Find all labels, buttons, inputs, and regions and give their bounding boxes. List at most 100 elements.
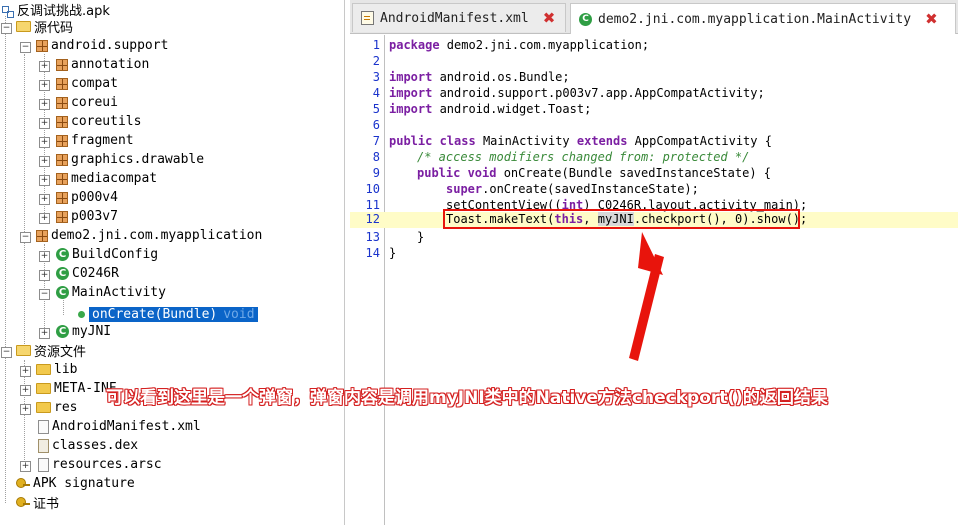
tree-item-class[interactable]: C C0246R: [56, 264, 119, 283]
tree-item-certificate[interactable]: 证书: [16, 493, 59, 512]
package-label: fragment: [71, 133, 134, 148]
tree-item-resources[interactable]: 资源文件: [16, 341, 86, 360]
line-number: 12: [365, 212, 380, 226]
tree-item-apk-signature[interactable]: APK signature: [16, 474, 135, 493]
expand-toggle[interactable]: +: [39, 175, 50, 186]
tree-item-source[interactable]: 源代码: [16, 17, 73, 36]
code-line: 1 package demo2.jni.com.myapplication;: [350, 38, 958, 54]
tree-item-class[interactable]: C BuildConfig: [56, 245, 158, 264]
tree-item-android-support[interactable]: android.support: [36, 36, 168, 55]
code-line: 14}: [350, 246, 958, 262]
expand-toggle[interactable]: +: [39, 270, 50, 281]
class-label: BuildConfig: [72, 247, 159, 262]
class-icon: C: [56, 325, 69, 338]
code-line: 10 super.onCreate(savedInstanceState);: [350, 182, 958, 198]
code-area[interactable]: 1 package demo2.jni.com.myapplication; 2 …: [350, 0, 958, 525]
line-number: 14: [365, 246, 380, 260]
class-icon: C: [56, 267, 69, 280]
selected-method[interactable]: onCreate(Bundle) void: [89, 307, 258, 322]
keyword: public: [389, 134, 433, 148]
apk-signature-label: APK signature: [33, 476, 135, 491]
code-text: android.os.Bundle;: [432, 70, 570, 84]
collapse-toggle[interactable]: −: [39, 289, 50, 300]
keyword: super: [446, 182, 483, 196]
tree-item-package[interactable]: p000v4: [56, 188, 118, 207]
code-text: android.support.p003v7.app.AppCompatActi…: [432, 86, 765, 100]
tree-item-package[interactable]: coreui: [56, 93, 118, 112]
expand-toggle[interactable]: +: [39, 80, 50, 91]
expand-toggle[interactable]: +: [20, 404, 31, 415]
tree-item-folder[interactable]: META-INF: [36, 379, 117, 398]
code-line: 9 public void onCreate(Bundle savedInstan…: [350, 166, 958, 182]
tree-item-package[interactable]: fragment: [56, 131, 134, 150]
tree-item-folder[interactable]: lib: [36, 360, 77, 379]
code-line: 4 import android.support.p003v7.app.AppCo…: [350, 86, 958, 102]
package-icon: [56, 191, 68, 204]
project-tree[interactable]: 反调试挑战.apk − 源代码 − android.support + anno…: [0, 0, 345, 525]
collapse-toggle[interactable]: −: [1, 23, 12, 34]
expand-toggle[interactable]: +: [39, 194, 50, 205]
tree-item-package[interactable]: annotation: [56, 55, 149, 74]
collapse-toggle[interactable]: −: [20, 232, 31, 243]
folder-label: lib: [54, 362, 78, 377]
expand-toggle[interactable]: +: [39, 99, 50, 110]
annotation-text: 可以看到这里是一个弹窗，弹窗内容是调用myJNI类中的Native方法check…: [106, 388, 828, 408]
tree-item-file[interactable]: AndroidManifest.xml: [38, 417, 201, 436]
collapse-toggle[interactable]: −: [1, 347, 12, 358]
file-icon: [38, 419, 49, 434]
expand-toggle[interactable]: +: [39, 137, 50, 148]
key-icon: [16, 496, 30, 509]
tree-item-resources-label: 资源文件: [34, 345, 87, 360]
tree-item-class[interactable]: C MainActivity: [56, 283, 166, 302]
code-line: 7 public class MainActivity extends AppCo…: [350, 134, 958, 150]
line-number: 9: [372, 166, 380, 180]
expand-toggle[interactable]: +: [20, 461, 31, 472]
file-label: AndroidManifest.xml: [52, 419, 201, 434]
keyword: void: [460, 166, 497, 180]
expand-toggle[interactable]: +: [39, 213, 50, 224]
code-line: 5 import android.widget.Toast;: [350, 102, 958, 118]
tree-item-package[interactable]: p003v7: [56, 207, 118, 226]
code-line: 8 /* access modifiers changed from: prote…: [350, 150, 958, 166]
package-label: demo2.jni.com.myapplication: [51, 228, 263, 243]
folder-open-icon: [16, 21, 31, 32]
folder-icon: [36, 402, 51, 413]
expand-toggle[interactable]: +: [39, 251, 50, 262]
package-label: graphics.drawable: [71, 152, 205, 167]
tree-item-package[interactable]: mediacompat: [56, 169, 157, 188]
class-icon: C: [56, 248, 69, 261]
tree-item-class[interactable]: CmyJNI: [56, 322, 111, 341]
package-label: p003v7: [71, 209, 118, 224]
line-number: 7: [372, 134, 380, 148]
expand-toggle[interactable]: +: [39, 61, 50, 72]
expand-toggle[interactable]: +: [20, 385, 31, 396]
expand-toggle[interactable]: +: [39, 156, 50, 167]
collapse-toggle[interactable]: −: [20, 42, 31, 53]
tree-item-file[interactable]: classes.dex: [38, 436, 138, 455]
package-label: mediacompat: [71, 171, 158, 186]
code-text: onCreate(Bundle savedInstanceState) {: [496, 166, 772, 180]
certificate-label: 证书: [33, 497, 60, 512]
tree-item-folder[interactable]: res: [36, 398, 77, 417]
tree-item-app-package[interactable]: demo2.jni.com.myapplication: [36, 226, 262, 245]
keyword: import: [389, 70, 433, 84]
tree-item-package[interactable]: coreutils: [56, 112, 141, 131]
expand-toggle[interactable]: +: [39, 328, 50, 339]
class-label: C0246R: [72, 266, 119, 281]
expand-toggle[interactable]: +: [39, 118, 50, 129]
package-icon: [56, 210, 68, 223]
tree-item-package[interactable]: graphics.drawable: [56, 150, 204, 169]
code-text: }: [417, 230, 425, 244]
tree-item-file[interactable]: resources.arsc: [38, 455, 162, 474]
package-label: coreutils: [71, 114, 142, 129]
folder-icon: [36, 364, 51, 375]
line-number: 3: [372, 70, 380, 84]
expand-toggle[interactable]: +: [20, 366, 31, 377]
line-number: 13: [365, 230, 380, 244]
line-number: 8: [372, 150, 380, 164]
code-text: }: [389, 246, 397, 260]
code-line: 2: [350, 54, 958, 70]
keyword: import: [389, 102, 433, 116]
tree-item-package[interactable]: compat: [56, 74, 118, 93]
folder-icon: [36, 383, 51, 394]
